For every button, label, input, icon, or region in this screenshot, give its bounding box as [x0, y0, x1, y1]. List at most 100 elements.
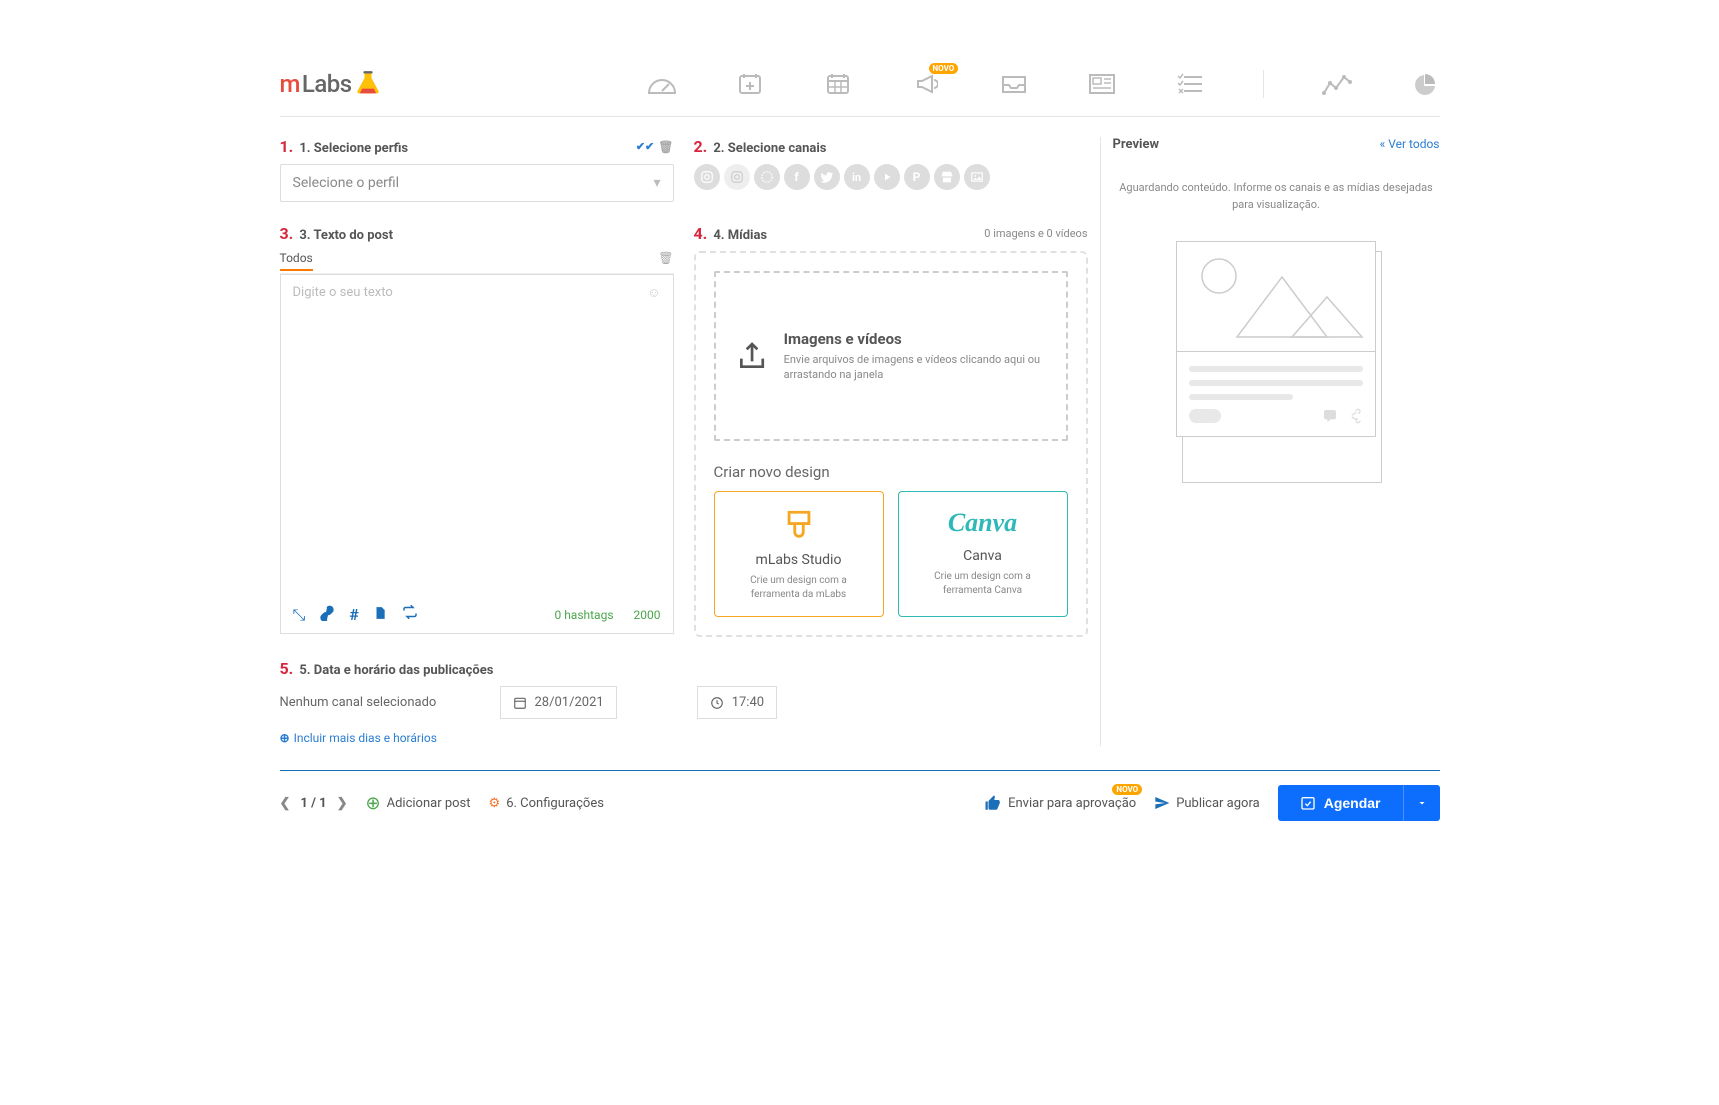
dashboard-icon[interactable]: [647, 73, 677, 95]
date-input[interactable]: 28/01/2021: [500, 686, 617, 719]
hashtag-icon[interactable]: #: [349, 605, 358, 625]
logo-m: m: [280, 70, 300, 98]
schedule-caret[interactable]: [1403, 785, 1440, 821]
megaphone-icon[interactable]: NOVO: [911, 73, 941, 95]
profiles-header: 1. Selecione perfis: [299, 141, 408, 156]
nav-separator: [1263, 70, 1264, 98]
novo-badge: NOVO: [929, 63, 959, 74]
next-page-icon[interactable]: ❯: [337, 796, 348, 811]
schedule-button-label: Agendar: [1324, 795, 1381, 811]
config-button[interactable]: ⚙ 6. Configurações: [489, 796, 604, 811]
logo[interactable]: mLabs: [280, 70, 382, 98]
collapse-icon[interactable]: ⤡: [293, 605, 306, 625]
profile-select-placeholder: Selecione o perfil: [293, 175, 400, 191]
bottom-bar: ❮ 1 / 1 ❯ ⊕ Adicionar post ⚙ 6. Configur…: [280, 770, 1440, 835]
link-icon[interactable]: [319, 605, 335, 625]
upload-desc: Envie arquivos de imagens e vídeos clica…: [784, 352, 1046, 383]
design-header: Criar novo design: [714, 463, 1068, 481]
flask-icon: [354, 70, 382, 98]
canva-logo: Canva: [909, 508, 1057, 538]
paper-plane-icon: [1154, 795, 1170, 811]
gear-icon: ⚙: [489, 796, 501, 811]
profile-select[interactable]: Selecione o perfil ▾: [280, 164, 674, 202]
chevron-down-icon: ▾: [653, 175, 660, 191]
calendar-small-icon: [513, 696, 527, 710]
media-header: 4. Mídias: [713, 228, 767, 243]
file-icon[interactable]: [373, 605, 387, 625]
trash-icon[interactable]: 🗑: [658, 251, 673, 271]
nav-icons: NOVO: [647, 70, 1440, 98]
mlabs-studio-desc: Crie um design com a ferramenta da mLabs: [725, 574, 873, 602]
channel-twitter-icon[interactable]: [814, 164, 840, 190]
pager: ❮ 1 / 1 ❯: [280, 796, 348, 811]
add-more-label: Incluir mais dias e horários: [294, 731, 437, 745]
config-label: 6. Configurações: [506, 796, 604, 811]
send-approval-button[interactable]: Enviar para aprovação NOVO: [984, 794, 1136, 812]
post-text-tab[interactable]: Todos: [280, 251, 313, 271]
calendar-icon[interactable]: [823, 73, 853, 95]
upload-dropzone[interactable]: Imagens e vídeos Envie arquivos de image…: [714, 271, 1068, 441]
comment-icon: [1321, 408, 1339, 424]
no-channel-text: Nenhum canal selecionado: [280, 695, 480, 710]
channel-instagram-alt-icon[interactable]: [724, 164, 750, 190]
publish-now-button[interactable]: Publicar agora: [1154, 795, 1260, 811]
annotation-5: 5.: [280, 659, 294, 678]
channel-list: f in P: [694, 164, 1088, 190]
emoji-icon[interactable]: ☺: [647, 285, 660, 301]
preview-see-all[interactable]: « Ver todos: [1380, 137, 1440, 152]
annotation-2: 2.: [694, 137, 708, 156]
trash-icon[interactable]: 🗑: [658, 140, 673, 154]
canva-card[interactable]: Canva Canva Crie um design com a ferrame…: [898, 491, 1068, 617]
main-area: 1. 1. Selecione perfis ✔✔ 🗑 Selecione o …: [280, 137, 1440, 746]
canva-desc: Crie um design com a ferramenta Canva: [909, 570, 1057, 598]
schedule-header: 5. Data e horário das publicações: [299, 663, 493, 678]
pie-chart-icon[interactable]: [1410, 73, 1440, 95]
upload-title: Imagens e vídeos: [784, 330, 1046, 348]
upload-icon: [736, 334, 768, 378]
publish-now-label: Publicar agora: [1176, 796, 1260, 811]
date-value: 28/01/2021: [535, 695, 604, 710]
channel-image-icon[interactable]: [964, 164, 990, 190]
share-icon: [1345, 408, 1363, 424]
channels-header: 2. Selecione canais: [713, 141, 826, 156]
novo-badge-small: NOVO: [1112, 784, 1142, 795]
time-input[interactable]: 17:40: [697, 686, 777, 719]
preview-card: [1176, 241, 1376, 437]
task-list-icon[interactable]: [1175, 73, 1205, 95]
mlabs-studio-card[interactable]: mLabs Studio Crie um design com a ferram…: [714, 491, 884, 617]
channel-youtube-icon[interactable]: [874, 164, 900, 190]
analytics-icon[interactable]: [1322, 73, 1352, 95]
channel-facebook-icon[interactable]: f: [784, 164, 810, 190]
plus-circle-small-icon: ⊕: [280, 731, 290, 745]
post-textarea[interactable]: Digite o seu texto ☺ ⤡ #: [280, 274, 674, 634]
newspaper-icon[interactable]: [1087, 73, 1117, 95]
repost-icon[interactable]: [401, 605, 419, 625]
channel-instagram-icon[interactable]: [694, 164, 720, 190]
annotation-1: 1.: [280, 137, 294, 156]
channel-gmb-icon[interactable]: [934, 164, 960, 190]
canva-title: Canva: [909, 548, 1057, 564]
calendar-add-icon[interactable]: [735, 73, 765, 95]
time-value: 17:40: [732, 695, 764, 710]
thumb-up-icon: [984, 794, 1002, 812]
prev-page-icon[interactable]: ❮: [280, 796, 291, 811]
inbox-icon[interactable]: [999, 73, 1029, 95]
hashtag-count: 0 hashtags: [554, 608, 613, 622]
clock-icon: [710, 696, 724, 710]
char-limit: 2000: [634, 608, 661, 622]
checkall-icon[interactable]: ✔✔: [636, 140, 654, 153]
add-more-schedule[interactable]: ⊕ Incluir mais dias e horários: [280, 731, 437, 745]
channel-linkedin-icon[interactable]: in: [844, 164, 870, 190]
top-bar: mLabs NOVO: [280, 60, 1440, 117]
channel-pinterest-icon[interactable]: P: [904, 164, 930, 190]
annotation-4: 4.: [694, 224, 708, 243]
send-approval-label: Enviar para aprovação: [1008, 796, 1136, 811]
channel-story-icon[interactable]: [754, 164, 780, 190]
preview-waiting-text: Aguardando conteúdo. Informe os canais e…: [1113, 180, 1440, 213]
add-post-button[interactable]: ⊕ Adicionar post: [366, 793, 471, 814]
logo-labs: Labs: [302, 70, 352, 98]
brush-icon: [782, 508, 816, 542]
schedule-button[interactable]: Agendar: [1278, 785, 1440, 821]
preview-header: Preview: [1113, 137, 1160, 152]
add-post-label: Adicionar post: [387, 796, 471, 811]
